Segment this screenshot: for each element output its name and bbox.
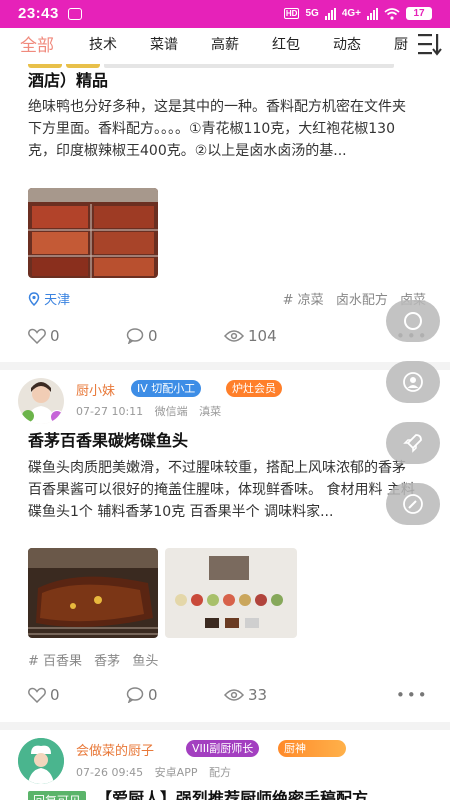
tab-tech[interactable]: 技术 bbox=[89, 34, 117, 54]
tab-chef[interactable]: 厨 bbox=[394, 34, 408, 54]
edit-icon bbox=[403, 494, 423, 514]
signal-icon-2 bbox=[367, 7, 378, 20]
heart-icon bbox=[28, 687, 46, 703]
location-pin-icon bbox=[28, 292, 40, 307]
like-button[interactable]: 0 bbox=[28, 686, 60, 704]
location-tag[interactable]: 天津 bbox=[28, 292, 71, 308]
signal-icon bbox=[324, 7, 336, 20]
divider bbox=[0, 362, 450, 370]
tab-red-packet[interactable]: 红包 bbox=[272, 34, 300, 54]
eye-icon bbox=[224, 689, 244, 701]
tag[interactable]: 鱼头 bbox=[132, 654, 158, 669]
author-name[interactable]: 厨小妹 bbox=[76, 380, 115, 399]
tag[interactable]: # 百香果 bbox=[28, 654, 82, 669]
post-title[interactable]: 香茅百香果碳烤碟鱼头 bbox=[28, 430, 188, 452]
level-badge: VIII副厨师长 bbox=[186, 740, 260, 757]
reply-visible-badge: 回复可见 bbox=[28, 791, 87, 800]
circle-icon bbox=[404, 312, 422, 330]
feed: 酒店）精品 绝味鸭也分好多种，这是其中的一种。香料配方机密在文件夹下方里面。香料… bbox=[0, 64, 450, 800]
views-indicator: 104 bbox=[224, 327, 277, 345]
post-time: 07-26 09:45 bbox=[76, 766, 144, 779]
tab-menu-icon[interactable] bbox=[418, 34, 442, 56]
notification-icon bbox=[68, 8, 82, 20]
views-indicator: 33 bbox=[224, 686, 267, 704]
level-badge: IV 切配小工 bbox=[131, 380, 202, 397]
author-name[interactable]: 会做菜的厨子 bbox=[76, 740, 154, 759]
post-image[interactable] bbox=[28, 188, 158, 278]
post-subinfo: 07-27 10:11 微信端 滇菜 bbox=[76, 403, 229, 419]
post-tags: # 百香果 香茅 鱼头 bbox=[28, 654, 166, 669]
post-source: 安卓APP bbox=[154, 766, 198, 779]
status-icons: HD 5G 4G+ 17 bbox=[283, 7, 432, 20]
comment-icon bbox=[126, 328, 144, 344]
post-title[interactable]: 【爱厨人】强烈推荐厨师绝密手稿配方 bbox=[96, 788, 368, 800]
location-label: 天津 bbox=[44, 293, 71, 308]
post-image[interactable] bbox=[28, 548, 158, 638]
eye-icon bbox=[224, 330, 244, 342]
member-badge: 厨神 bbox=[278, 740, 346, 757]
profile-button[interactable] bbox=[386, 361, 440, 403]
category-tabs: 全部 技术 菜谱 高薪 红包 动态 厨 bbox=[0, 28, 450, 64]
member-badge: 炉灶会员 bbox=[226, 380, 282, 397]
post-title[interactable]: 酒店）精品 bbox=[28, 70, 108, 92]
comment-count: 0 bbox=[148, 686, 158, 704]
more-options-button[interactable]: ••• bbox=[396, 686, 429, 704]
status-bar: 23:43 HD 5G 4G+ 17 bbox=[0, 0, 450, 28]
4g-label: 4G+ bbox=[341, 8, 361, 19]
post-excerpt[interactable]: 碟鱼头肉质肥美嫩滑，不过腥味较重，搭配上风味浓郁的香茅百香果酱可以很好的掩盖住腥… bbox=[28, 457, 418, 523]
comment-icon bbox=[126, 687, 144, 703]
clock: 23:43 bbox=[18, 5, 59, 22]
tab-high-salary[interactable]: 高薪 bbox=[211, 34, 239, 54]
post-category: 滇菜 bbox=[199, 405, 222, 418]
avatar[interactable] bbox=[18, 378, 64, 424]
comment-count: 0 bbox=[148, 327, 158, 345]
post-excerpt[interactable]: 绝味鸭也分好多种，这是其中的一种。香料配方机密在文件夹下方里面。香料配方。。。。… bbox=[28, 96, 418, 162]
divider bbox=[0, 722, 450, 730]
hd-icon: HD bbox=[283, 8, 300, 19]
5g-label: 5G bbox=[305, 8, 319, 19]
scroll-top-button[interactable] bbox=[386, 422, 440, 464]
post-image[interactable] bbox=[165, 548, 297, 638]
post-time: 07-27 10:11 bbox=[76, 405, 144, 418]
post-actions: 0 0 33 ••• bbox=[28, 686, 427, 708]
post-meta: # 百香果 香茅 鱼头 bbox=[28, 650, 426, 670]
comment-button[interactable]: 0 bbox=[126, 686, 158, 704]
view-count: 104 bbox=[248, 327, 277, 345]
rocket-icon bbox=[403, 434, 422, 453]
wifi-icon bbox=[384, 7, 400, 20]
post-header-partial bbox=[28, 64, 418, 68]
heart-icon bbox=[28, 328, 46, 344]
tab-recipes[interactable]: 菜谱 bbox=[150, 34, 178, 54]
like-count: 0 bbox=[50, 327, 60, 345]
tab-moments[interactable]: 动态 bbox=[333, 34, 361, 54]
battery-icon: 17 bbox=[406, 7, 432, 20]
like-button[interactable]: 0 bbox=[28, 327, 60, 345]
user-icon bbox=[403, 372, 423, 392]
compose-button[interactable] bbox=[386, 483, 440, 525]
post-actions: 0 0 104 ••• bbox=[28, 327, 427, 349]
post-source: 微信端 bbox=[154, 405, 188, 418]
comment-button[interactable]: 0 bbox=[126, 327, 158, 345]
post-subinfo: 07-26 09:45 安卓APP 配方 bbox=[76, 764, 239, 780]
avatar[interactable] bbox=[18, 738, 64, 784]
like-count: 0 bbox=[50, 686, 60, 704]
post-category: 配方 bbox=[208, 766, 231, 779]
tag[interactable]: 香茅 bbox=[94, 654, 120, 669]
tag[interactable]: # 凉菜 bbox=[283, 293, 324, 308]
view-count: 33 bbox=[248, 686, 268, 704]
post-meta: 天津 # 凉菜 卤水配方 卤菜 bbox=[28, 289, 426, 309]
floating-menu-button[interactable] bbox=[386, 300, 440, 342]
tag[interactable]: 卤水配方 bbox=[336, 293, 388, 308]
tab-all[interactable]: 全部 bbox=[20, 31, 54, 56]
